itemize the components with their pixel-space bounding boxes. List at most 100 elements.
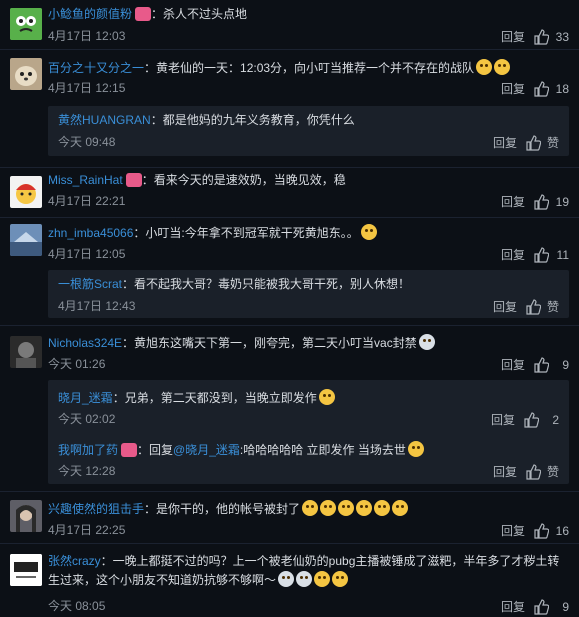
like-button[interactable]: 2 xyxy=(523,411,559,428)
reply-text: ：都是他妈的九年义务教育，你凭什么 xyxy=(150,113,355,127)
thumbs-up-icon xyxy=(534,356,549,373)
thumbs-up-icon xyxy=(534,193,549,210)
thumbs-up-icon xyxy=(526,134,541,151)
reply-box: 一根筋Scrat：看不起我大哥？毒奶只能被我大哥干死，别人休想！ 4月17日 1… xyxy=(48,270,569,318)
reply-time: 今天 02:02 xyxy=(58,412,116,426)
comment-text: ：杀人不过头点地 xyxy=(151,7,248,21)
like-button[interactable]: 赞 xyxy=(525,134,559,151)
reply-time: 今天 12:28 xyxy=(58,464,116,478)
reply-username[interactable]: 一根筋Scrat xyxy=(58,277,122,291)
like-button[interactable]: 9 xyxy=(533,598,569,615)
like-count: 18 xyxy=(555,81,569,96)
comment-username[interactable]: Nicholas324E xyxy=(48,336,122,350)
reply-button[interactable]: 回复 xyxy=(501,246,525,263)
comment-time: 4月17日 22:25 xyxy=(48,523,126,537)
reply-box: 黄然HUANGRAN：都是他妈的九年义务教育，你凭什么 今天 09:48 回复 … xyxy=(48,106,569,156)
thumbs-up-icon xyxy=(534,246,549,263)
user-badge-icon xyxy=(125,173,142,187)
reply-text: ：兄弟，第二天都没到，当晚立即发作 xyxy=(112,391,317,405)
like-button[interactable]: 18 xyxy=(533,80,569,97)
thumbs-up-icon xyxy=(524,411,539,428)
like-button[interactable]: 赞 xyxy=(525,463,559,480)
reply-username[interactable]: 晓月_迷霜 xyxy=(58,391,113,405)
emoji-icon xyxy=(314,571,331,587)
like-count: 33 xyxy=(555,29,569,44)
user-badge-icon xyxy=(121,443,138,457)
comment-username[interactable]: 百分之十又分之一 xyxy=(48,61,144,75)
user-badge-icon xyxy=(135,7,152,21)
comment-username[interactable]: 小鲶鱼的颜值粉 xyxy=(48,7,132,21)
emoji-icon xyxy=(494,59,511,75)
avatar[interactable] xyxy=(10,500,42,532)
comment-item: 小鲶鱼的颜值粉 ：杀人不过头点地 4月17日 12:03 回复 33 xyxy=(0,0,579,50)
like-label: 赞 xyxy=(546,300,559,314)
like-button[interactable]: 9 xyxy=(533,356,569,373)
like-label: 赞 xyxy=(546,136,559,150)
emoji-icon xyxy=(374,500,391,516)
comment-username[interactable]: zhn_imba45066 xyxy=(48,226,133,240)
like-button[interactable]: 赞 xyxy=(525,298,559,315)
reply-time: 今天 09:48 xyxy=(58,135,116,149)
comment-time: 4月17日 12:15 xyxy=(48,81,126,95)
thumbs-up-icon xyxy=(534,28,549,45)
emoji-icon xyxy=(338,500,355,516)
reply-button[interactable]: 回复 xyxy=(491,411,515,428)
reply-button[interactable]: 回复 xyxy=(501,356,525,373)
avatar[interactable] xyxy=(10,554,42,586)
reply-button[interactable]: 回复 xyxy=(501,598,525,615)
like-label: 赞 xyxy=(546,465,559,479)
reply-button[interactable]: 回复 xyxy=(501,193,525,210)
comment-username[interactable]: 张然crazy xyxy=(48,554,101,568)
reply-button[interactable]: 回复 xyxy=(501,522,525,539)
avatar[interactable] xyxy=(10,336,42,368)
emoji-icon xyxy=(332,571,349,587)
reply-text: ：回复 xyxy=(137,443,174,457)
like-count: 2 xyxy=(552,412,559,427)
comment-item: 兴趣使然的狙击手：是你干的，他的帐号被封了 4月17日 22:25 回复 16 xyxy=(0,492,579,544)
comment-text: ：黄老仙的一天：12:03分，向小叮当推荐一个并不存在的战队 xyxy=(144,61,475,75)
like-count: 11 xyxy=(556,247,569,262)
thumbs-up-icon xyxy=(526,463,541,480)
reply-button[interactable]: 回复 xyxy=(501,28,525,45)
reply-mention[interactable]: @晓月_迷霜 xyxy=(173,443,240,457)
reply-button[interactable]: 回复 xyxy=(493,298,517,315)
emoji-icon xyxy=(392,500,409,516)
avatar[interactable] xyxy=(10,176,42,208)
like-count: 19 xyxy=(555,194,569,209)
comment-time: 4月17日 12:03 xyxy=(48,29,126,43)
like-button[interactable]: 33 xyxy=(533,28,569,45)
avatar[interactable] xyxy=(10,58,42,90)
emoji-icon xyxy=(278,571,295,587)
comment-time: 4月17日 22:21 xyxy=(48,194,126,208)
reply-button[interactable]: 回复 xyxy=(493,463,517,480)
reply-username[interactable]: 黄然HUANGRAN xyxy=(58,113,151,127)
emoji-icon xyxy=(360,224,377,240)
reply-text: ：看不起我大哥？毒奶只能被我大哥干死，别人休想！ xyxy=(122,277,411,291)
comment-item: Nicholas324E：黄旭东这嘴天下第一，刚夸完，第二天小叮当vac封禁 今… xyxy=(0,326,579,492)
reply-username[interactable]: 我啊加了药 xyxy=(58,443,118,457)
comment-username[interactable]: Miss_RainHat xyxy=(48,173,123,187)
like-count: 9 xyxy=(562,599,569,614)
emoji-icon xyxy=(302,500,319,516)
reply-box: 晓月_迷霜：兄弟，第二天都没到，当晚立即发作 今天 02:02 回复 2 我啊加… xyxy=(48,380,569,484)
avatar[interactable] xyxy=(10,224,42,256)
like-button[interactable]: 11 xyxy=(533,246,569,263)
reply-text-cont: :哈哈哈哈哈 立即发作 当场去世 xyxy=(239,443,406,457)
emoji-icon xyxy=(407,441,424,457)
reply-time: 4月17日 12:43 xyxy=(58,299,136,313)
comment-item: 张然crazy：一晚上都挺不过的吗？上一个被老仙奶的pubg主播被锤成了滋粑，半… xyxy=(0,544,579,617)
comment-text: ：黄旭东这嘴天下第一，刚夸完，第二天小叮当vac封禁 xyxy=(122,336,417,350)
like-count: 9 xyxy=(562,357,569,372)
comment-username[interactable]: 兴趣使然的狙击手 xyxy=(48,502,144,516)
like-button[interactable]: 16 xyxy=(533,522,569,539)
comment-text: ：是你干的，他的帐号被封了 xyxy=(144,502,301,516)
comment-text: ：小叮当:今年拿不到冠军就干死黄旭东。。 xyxy=(133,226,359,240)
reply-button[interactable]: 回复 xyxy=(493,134,517,151)
comment-item: Miss_RainHat ：看来今天的是速效奶，当晚见效，稳 4月17日 22:2… xyxy=(0,168,579,218)
like-button[interactable]: 19 xyxy=(533,193,569,210)
emoji-icon xyxy=(356,500,373,516)
reply-button[interactable]: 回复 xyxy=(501,80,525,97)
emoji-icon xyxy=(476,59,493,75)
thumbs-up-icon xyxy=(534,522,549,539)
avatar[interactable] xyxy=(10,8,42,40)
